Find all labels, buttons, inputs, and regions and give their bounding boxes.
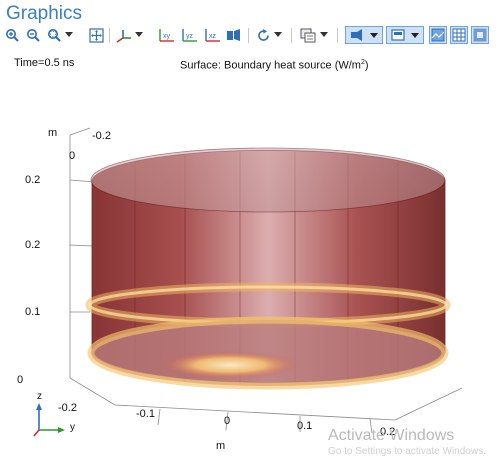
view-zx-label: xz [209, 33, 217, 40]
top-tick-label: 0 [69, 150, 76, 162]
z-axis-unit: m [48, 127, 58, 139]
z-tick-label: 0.2 [25, 239, 41, 251]
plot-canvas [33, 127, 463, 437]
x-tick-label: 0.1 [297, 420, 313, 432]
hot-spot [160, 351, 300, 379]
triad-z-label: z [37, 391, 42, 402]
z-tick-label: 0.2 [25, 174, 41, 186]
view-yz-icon[interactable]: yz [181, 26, 199, 44]
zoom-in-icon[interactable] [4, 26, 20, 44]
render-icon[interactable] [429, 26, 447, 44]
scene-light-icon[interactable] [386, 26, 424, 44]
grid-icon[interactable] [450, 26, 468, 44]
window-title: Graphics [6, 3, 83, 24]
x-tick-label: -0.2 [58, 402, 77, 414]
zoom-extents-icon[interactable] [88, 26, 104, 44]
go-to-view-icon[interactable] [226, 26, 242, 44]
zoom-box-icon[interactable] [46, 26, 62, 44]
transparency-icon[interactable] [471, 26, 489, 44]
chevron-down-icon[interactable] [134, 26, 144, 44]
copy-image-icon[interactable] [299, 26, 317, 44]
camera-icon[interactable] [345, 26, 383, 44]
view-yz-label: yz [186, 33, 194, 40]
view-xy-label: xy [163, 33, 171, 40]
chevron-down-icon[interactable] [273, 26, 283, 44]
graphics-toolbar: xy yz xz [0, 26, 500, 46]
axis-orientation-icon[interactable] [115, 26, 133, 44]
chevron-down-icon[interactable] [64, 26, 74, 44]
chevron-down-icon[interactable] [319, 26, 329, 44]
activation-watermark: Activate Windows [328, 427, 455, 444]
rotate-icon[interactable] [255, 26, 271, 44]
time-label: Time=0.5 ns [14, 57, 75, 69]
x-tick-label: -0.1 [136, 408, 155, 420]
z-tick-label: 0.1 [25, 306, 41, 318]
z-tick-label: 0 [17, 374, 24, 386]
activation-watermark-sub: Go to Settings to activate Windows. [328, 446, 486, 457]
x-axis-unit: m [216, 440, 226, 452]
surface-label: Surface: Boundary heat source (W/m2) [180, 59, 369, 72]
top-tick-label: -0.2 [92, 130, 111, 142]
top-disk [90, 147, 446, 213]
zoom-out-icon[interactable] [25, 26, 41, 44]
triad-y-label: y [70, 422, 75, 433]
view-zx-icon[interactable]: xz [204, 26, 222, 44]
x-tick-label: 0 [224, 415, 231, 427]
graphics-viewport[interactable] [0, 48, 500, 454]
view-xy-icon[interactable]: xy [158, 26, 176, 44]
